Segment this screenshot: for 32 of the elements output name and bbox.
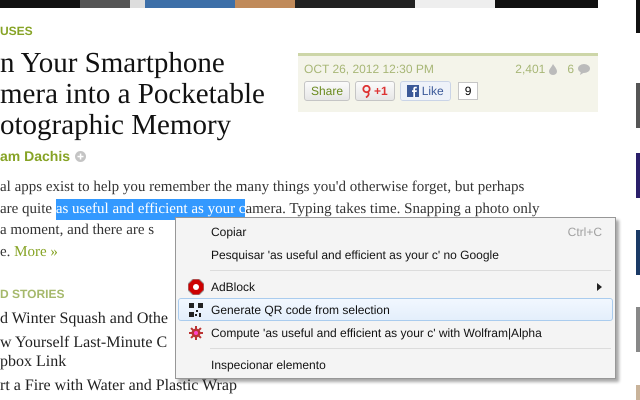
story-link[interactable]: rt a Fire with Water and Plastic Wrap [0, 376, 237, 395]
menu-item[interactable]: Copiar Ctrl+C [178, 220, 613, 243]
plus-one-button[interactable]: +1 [355, 81, 395, 101]
plus-icon[interactable] [75, 150, 86, 162]
stop-icon [188, 278, 204, 294]
body-text: e. [0, 242, 12, 262]
like-button[interactable]: Like [400, 81, 451, 101]
g-icon [362, 84, 372, 98]
menu-item[interactable]: Generate QR code from selection [178, 298, 613, 321]
headline-line: otographic Memory [0, 110, 232, 141]
headline-line: mera into a Pocketable [0, 79, 265, 110]
selected-text: as useful and efficient as your c [56, 198, 246, 220]
body-text: al apps exist to help you remember the many things you'd otherwise forget, but perhaps [0, 178, 524, 197]
qr-code-icon [189, 302, 203, 316]
comments-count: 6 [567, 62, 574, 76]
body-text: amera. Typing takes time. Snapping a photo only [245, 200, 540, 218]
headline-line: n Your Smartphone [0, 48, 225, 79]
menu-item[interactable]: AdBlock [178, 275, 613, 298]
menu-item[interactable]: Compute 'as useful and efficient as your c' with Wolfram|Alpha [178, 321, 613, 344]
story-link[interactable]: w Yourself Last-Minute C pbox Link [0, 333, 168, 371]
section-heading: D STORIES [0, 287, 64, 301]
like-count: 9 [458, 82, 478, 100]
body-text: a moment, and there are s [0, 221, 154, 240]
body-text: are quite [0, 200, 54, 218]
facebook-icon [406, 85, 419, 97]
views-count: 2,401 [515, 62, 546, 76]
story-link[interactable]: d Winter Squash and Othe [0, 309, 168, 328]
speech-bubble-icon [578, 64, 590, 74]
menu-item[interactable]: Inspecionar elemento [178, 353, 613, 376]
gear-icon [189, 326, 203, 340]
menu-item[interactable]: Pesquisar 'as useful and efficient as your c' no Google [178, 243, 613, 266]
date-text: OCT 26, 2012 12:30 PM [304, 62, 434, 76]
